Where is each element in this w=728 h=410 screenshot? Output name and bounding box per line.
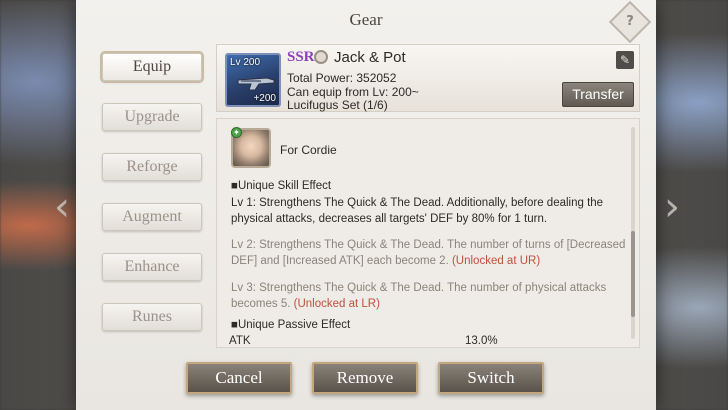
help-icon: ? (626, 14, 634, 29)
transfer-button[interactable]: Transfer (562, 82, 634, 107)
tab-augment[interactable]: Augment (102, 203, 202, 231)
gear-plus: +200 (253, 93, 276, 104)
gun-icon (237, 77, 275, 91)
gear-settings-button[interactable]: ✎ (616, 51, 634, 69)
scrollbar[interactable] (631, 127, 635, 339)
skill-lv2-text: Lv 2: Strengthens The Quick & The Dead. … (231, 239, 626, 267)
equip-requirement: Can equip from Lv: 200~ (287, 85, 419, 99)
skill-lv3: Lv 3: Strengthens The Quick & The Dead. … (231, 280, 627, 312)
tab-equip[interactable]: Equip (102, 53, 202, 81)
gear-thumbnail[interactable]: Lv 200 +200 (225, 53, 281, 107)
cancel-button[interactable]: Cancel (186, 362, 292, 394)
rarity-badge: SSR (287, 49, 315, 65)
dialog-title: Gear (349, 10, 383, 29)
skill-lv3-lock: (Unlocked at LR) (293, 298, 380, 310)
previous-arrow-icon[interactable]: ‹ (50, 178, 74, 236)
unique-passive-heading: ■Unique Passive Effect (231, 319, 351, 331)
remove-button[interactable]: Remove (312, 362, 418, 394)
owner-label: For Cordie (280, 143, 337, 157)
help-button[interactable]: ? (608, 0, 652, 44)
skill-lv1-text: Lv 1: Strengthens The Quick & The Dead. … (231, 197, 604, 225)
set-info: Lucifugus Set (1/6) (287, 98, 388, 112)
scrollbar-thumb[interactable] (631, 231, 635, 317)
tab-enhance[interactable]: Enhance (102, 253, 202, 281)
tab-reforge[interactable]: Reforge (102, 153, 202, 181)
element-badge-icon: ✦ (231, 127, 242, 138)
unique-skill-heading: ■Unique Skill Effect (231, 180, 332, 192)
gear-name: Jack & Pot (334, 49, 406, 66)
skill-lv3-text: Lv 3: Strengthens The Quick & The Dead. … (231, 282, 607, 310)
skill-lv2-lock: (Unlocked at UR) (451, 255, 541, 267)
tab-upgrade[interactable]: Upgrade (102, 103, 202, 131)
gear-header: Lv 200 +200 SSR Jack & Pot Total Power: … (216, 44, 640, 112)
stat-value: 13.0% (465, 335, 498, 347)
stat-label: ATK (229, 335, 251, 347)
seal-icon (314, 50, 328, 64)
stat-row: ATK 13.0% (229, 335, 629, 347)
gear-level: Lv 200 (230, 57, 261, 68)
total-power: Total Power: 352052 (287, 71, 397, 85)
description-panel[interactable]: ✦ For Cordie ■Unique Skill Effect Lv 1: … (216, 118, 640, 348)
switch-button[interactable]: Switch (438, 362, 544, 394)
skill-lv2: Lv 2: Strengthens The Quick & The Dead. … (231, 237, 627, 269)
next-arrow-icon[interactable]: › (660, 178, 684, 236)
tab-runes[interactable]: Runes (102, 303, 202, 331)
wrench-icon: ✎ (619, 53, 631, 67)
gear-dialog: Gear ? Equip Upgrade Reforge Augment Enh… (76, 0, 656, 410)
